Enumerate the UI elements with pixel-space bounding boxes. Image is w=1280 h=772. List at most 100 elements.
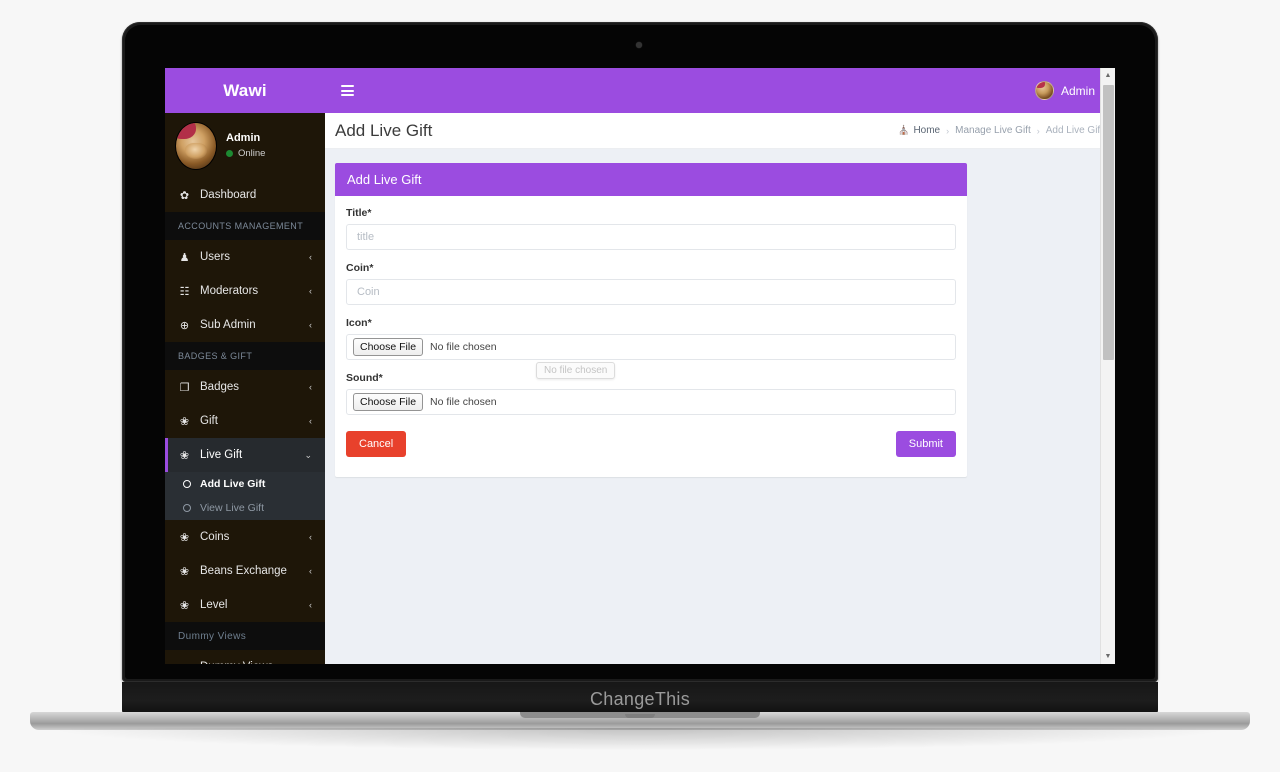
add-live-gift-card: Add Live Gift Title* Coin* Icon* Choose … [335,163,967,477]
sidebar-header-dummy-views: Dummy Views [165,622,325,650]
sidebar-item-label: Moderators [200,285,259,297]
sidebar-user-panel: Admin Online [165,113,325,178]
home-icon: ⛪ [898,125,910,135]
card-body: Title* Coin* Icon* Choose File No file c… [335,196,967,477]
cancel-button[interactable]: Cancel [346,431,407,457]
form-actions: Cancel Submit [346,431,956,457]
globe-icon: ⊕ [179,319,190,332]
sidebar-item-gift[interactable]: ❀ Gift ‹ [165,404,325,438]
chevron-left-icon: ‹ [309,600,312,610]
sidebar-item-sub-admin[interactable]: ⊕ Sub Admin ‹ [165,308,325,342]
sidebar-item-live-gift[interactable]: ❀ Live Gift ⌄ [165,438,325,472]
coin-input[interactable] [346,279,956,305]
sidebar-item-moderators[interactable]: ☷ Moderators ‹ [165,274,325,308]
scrollbar-down-arrow-icon[interactable]: ▼ [1101,649,1115,664]
breadcrumb-current: Add Live Gift [1045,125,1103,136]
sidebar-user-name: Admin [226,132,261,144]
submit-button[interactable]: Submit [895,431,956,457]
sidebar-item-label: Live Gift [200,449,243,461]
avatar [175,121,217,170]
sidebar-item-label: Dashboard [200,189,257,201]
radio-circle-icon [183,504,191,512]
sidebar-item-label: Level [200,599,228,611]
sidebar-item-beans-exchange[interactable]: ❀ Beans Exchange ‹ [165,554,325,588]
badge-icon: ❐ [179,381,190,394]
breadcrumb: ⛪ Home › Manage Live Gift › Add Live Gif… [898,125,1103,136]
sound-label: Sound* [346,372,383,384]
content-header: Add Live Gift ⛪ Home › Manage Live Gift … [325,113,1115,149]
sidebar-item-coins[interactable]: ❀ Coins ‹ [165,520,325,554]
chevron-down-icon: ⌄ [304,449,312,460]
sidebar-user-status-label: Online [238,148,266,159]
sidebar-user-status: Online [226,148,265,159]
scrollbar-thumb[interactable] [1103,85,1114,360]
sidebar-item-label: Badges [200,381,240,393]
hamburger-bar [340,94,354,96]
navbar-user-label: Admin [1060,83,1095,98]
chevron-left-icon: ‹ [309,662,312,664]
icon-file-status: No file chosen [430,341,497,353]
coin-label: Coin* [346,262,374,274]
main-content: Add Live Gift ⛪ Home › Manage Live Gift … [325,113,1115,664]
sidebar-item-users[interactable]: ♟ Users ‹ [165,240,325,274]
icon-label: Icon* [346,317,372,329]
sidebar-header-accounts: ACCOUNTS MANAGEMENT [165,212,325,240]
sidebar-item-dummy-views[interactable]: ● Dummy Views ‹ [165,650,325,664]
chevron-left-icon: ‹ [309,252,312,262]
hamburger-bar [340,85,354,87]
brand-logo[interactable]: Wawi [165,68,325,113]
user-icon: ♟ [179,251,190,264]
sound-file-input[interactable]: Choose File No file chosen [346,389,956,415]
title-label: Title* [346,207,372,219]
sidebar-item-label: Dummy Views [200,661,300,664]
gift-icon: ❀ [179,599,190,612]
chevron-left-icon: ‹ [309,532,312,542]
dashboard-icon: ✿ [179,189,190,202]
avatar [1034,81,1054,100]
sidebar: Admin Online ✿ Dashboard ACCOUNTS MANAGE… [165,113,325,664]
gift-icon: ❀ [179,449,190,462]
breadcrumb-home-label: Home [913,125,941,136]
icon-file-input[interactable]: Choose File No file chosen [346,334,956,360]
gift-icon: ❀ [179,565,190,578]
sidebar-item-label: Users [200,251,231,263]
sidebar-item-badges[interactable]: ❐ Badges ‹ [165,370,325,404]
gift-icon: ❀ [179,415,190,428]
sidebar-item-label: Gift [200,415,218,427]
sidebar-submenu-live-gift: Add Live Gift View Live Gift [165,472,325,520]
sidebar-header-badges-gift: BADGES & GIFT [165,342,325,370]
chevron-left-icon: ‹ [309,566,312,576]
sidebar-item-level[interactable]: ❀ Level ‹ [165,588,325,622]
sidebar-item-label: Sub Admin [200,319,256,331]
sidebar-item-label: Beans Exchange [200,565,287,577]
laptop-chin: ChangeThis [122,682,1158,716]
form-group-coin: Coin* [346,262,956,305]
laptop-chin-label: ChangeThis [589,688,691,709]
hamburger-bar [340,89,354,92]
page-scrollbar[interactable]: ▲ ▼ [1100,68,1115,664]
webcam-icon [636,42,642,48]
sidebar-item-dashboard[interactable]: ✿ Dashboard [165,178,325,212]
laptop-base-notch [625,714,655,718]
sound-choose-file-button[interactable]: Choose File [353,393,424,411]
sidebar-subitem-label: View Live Gift [200,502,264,514]
chevron-left-icon: ‹ [309,416,312,426]
breadcrumb-separator: › [1036,125,1040,136]
sidebar-subitem-add-live-gift[interactable]: Add Live Gift [165,472,325,496]
form-group-icon: Icon* Choose File No file chosen [346,317,956,360]
scrollbar-up-arrow-icon[interactable]: ▲ [1101,68,1115,83]
laptop-mockup: Wawi Admin Admin Online ✿ Dashboard ACCO… [0,0,1280,772]
gift-icon: ❀ [179,531,190,544]
sidebar-subitem-view-live-gift[interactable]: View Live Gift [165,496,325,520]
breadcrumb-home[interactable]: ⛪ Home [898,125,940,136]
breadcrumb-separator: › [946,125,950,136]
title-input[interactable] [346,224,956,250]
chevron-left-icon: ‹ [309,286,312,296]
laptop-shadow [60,728,1220,750]
circle-icon: ● [178,661,191,664]
hamburger-icon[interactable] [325,68,369,113]
icon-choose-file-button[interactable]: Choose File [353,338,424,356]
breadcrumb-middle[interactable]: Manage Live Gift [955,125,1031,136]
chevron-left-icon: ‹ [309,320,312,330]
online-dot-icon [226,150,233,157]
